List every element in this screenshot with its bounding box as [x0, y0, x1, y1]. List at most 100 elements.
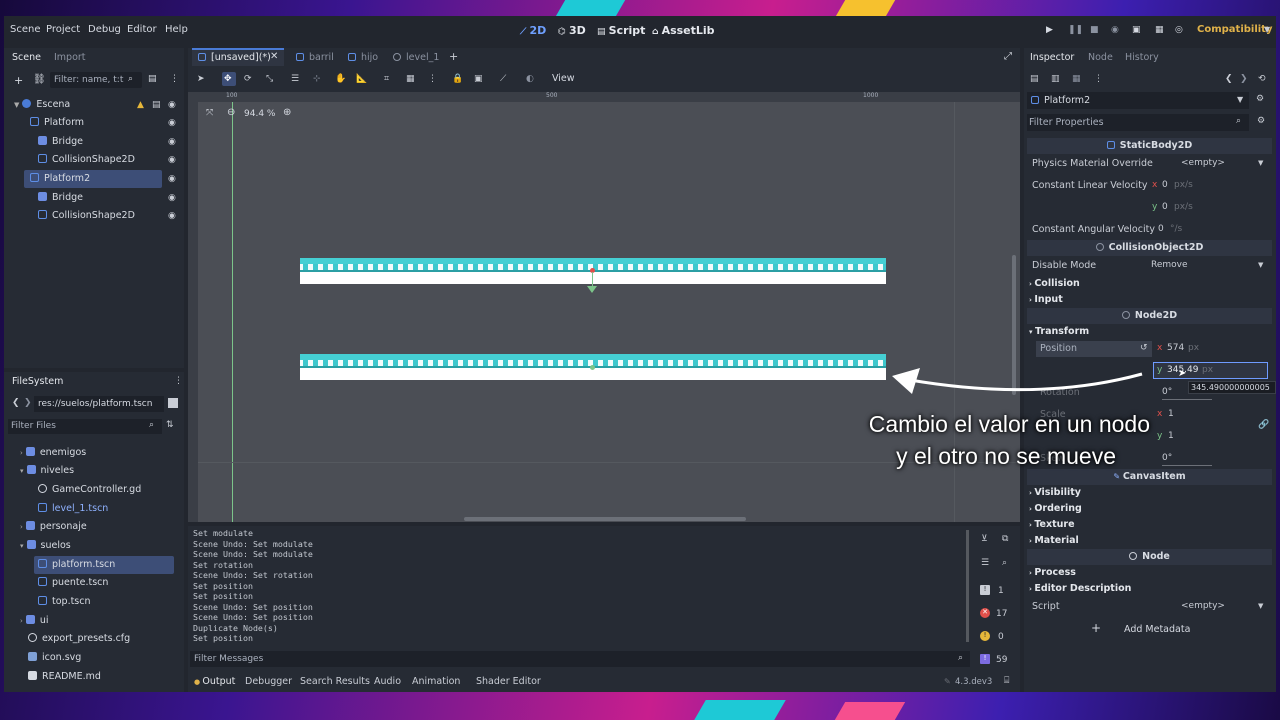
back-icon[interactable]: ❮	[12, 398, 20, 408]
folder-enemigos[interactable]: › enemigos	[20, 444, 86, 462]
filesystem-filter-input[interactable]: Filter Files ⌕	[8, 419, 162, 434]
group-ordering[interactable]: › Ordering	[1029, 503, 1082, 514]
group-collision[interactable]: › Collision	[1029, 278, 1080, 289]
script-value[interactable]: <empty>	[1181, 601, 1225, 611]
tree-node-collisionshape[interactable]: CollisionShape2D	[38, 207, 135, 225]
chevron-down-icon[interactable]: ▼	[1258, 261, 1263, 269]
move-tool-icon[interactable]: ✥	[224, 74, 232, 84]
layout-icon[interactable]	[168, 398, 178, 408]
tab-inspector[interactable]: Inspector	[1030, 52, 1074, 63]
tree-node-collisionshape[interactable]: CollisionShape2D	[38, 151, 135, 169]
disable-mode-value[interactable]: Remove	[1151, 260, 1188, 270]
scale-y[interactable]: 1	[1168, 431, 1174, 441]
position-x[interactable]: 574	[1167, 343, 1184, 353]
menu-editor[interactable]: Editor	[127, 24, 157, 35]
ruler-tool-icon[interactable]: 📐	[356, 74, 367, 84]
tree-node-platform[interactable]: Platform	[30, 114, 84, 132]
menu-project[interactable]: Project	[46, 24, 80, 35]
tab-output[interactable]: ● Output	[194, 676, 235, 687]
folder-suelos[interactable]: ▾ suelos	[20, 537, 71, 555]
add-metadata-button[interactable]: + Add Metadata	[1088, 621, 1218, 639]
revert-icon[interactable]: ↺	[1140, 343, 1148, 353]
play-scene-icon[interactable]: ▣	[1132, 25, 1141, 35]
group-texture[interactable]: › Texture	[1029, 519, 1075, 530]
linear-velocity-y[interactable]: 0	[1162, 202, 1168, 212]
tree-node-platform2[interactable]: Platform2	[30, 170, 90, 188]
sort-icon[interactable]: ⇅	[166, 420, 174, 430]
kebab-menu-icon[interactable]: ⋮	[170, 74, 179, 84]
history-back-icon[interactable]: ❮	[1225, 74, 1233, 84]
angular-velocity-value[interactable]: 0	[1158, 224, 1164, 234]
folder-personaje[interactable]: › personaje	[20, 518, 87, 536]
tab-audio[interactable]: Audio	[374, 676, 401, 687]
distraction-free-icon[interactable]: ⤢	[1004, 51, 1012, 62]
rotate-tool-icon[interactable]: ⟳	[244, 74, 252, 84]
scene-filter-input[interactable]: Filter: name, t:t ⌕	[50, 72, 142, 88]
file-readme[interactable]: README.md	[28, 668, 101, 686]
object-history-icon[interactable]: ⟲	[1258, 74, 1266, 84]
file-level1[interactable]: level_1.tscn	[38, 500, 108, 518]
warning-icon[interactable]: !	[980, 631, 990, 641]
error-icon[interactable]: ✕	[980, 608, 990, 618]
tab-shader-editor[interactable]: Shader Editor	[476, 676, 541, 687]
section-staticbody2d[interactable]: StaticBody2D	[1027, 138, 1272, 154]
file-gamecontroller[interactable]: GameController.gd	[38, 481, 141, 499]
tab-import[interactable]: Import	[54, 52, 86, 63]
save-resource-icon[interactable]: ▦	[1072, 74, 1081, 84]
view-menu[interactable]: View	[552, 73, 575, 84]
path-field[interactable]: res://suelos/platform.tscn	[34, 396, 164, 412]
tree-node-bridge[interactable]: Bridge	[38, 189, 83, 207]
workspace-3d-button[interactable]: ⌬ 3D	[558, 24, 586, 37]
kebab-menu-icon[interactable]: ⋮	[174, 376, 183, 386]
tab-debugger[interactable]: Debugger	[245, 676, 292, 687]
position-y-field[interactable]: y 345.49 px	[1153, 362, 1268, 379]
add-node-icon[interactable]: +	[14, 74, 23, 87]
link-icon[interactable]: 🔗	[1258, 420, 1269, 430]
menu-help[interactable]: Help	[165, 24, 188, 35]
warning-icon[interactable]: ▲	[137, 100, 144, 110]
chevron-down-icon[interactable]: ▼	[1258, 159, 1263, 167]
history-forward-icon[interactable]: ❯	[1240, 74, 1248, 84]
renderer-selector[interactable]: Compatibility	[1197, 24, 1272, 35]
skew-value[interactable]: 0°	[1162, 453, 1172, 463]
zoom-in-icon[interactable]: ⊕	[283, 107, 291, 118]
section-node[interactable]: Node	[1027, 549, 1272, 565]
zoom-level[interactable]: 94.4 %	[244, 109, 275, 119]
workspace-assetlib-button[interactable]: ⌂ AssetLib	[652, 24, 715, 37]
group-material[interactable]: › Material	[1029, 535, 1079, 546]
stop-icon[interactable]: ■	[1090, 25, 1099, 35]
group-process[interactable]: › Process	[1029, 567, 1076, 578]
viewport-scrollbar[interactable]	[464, 517, 746, 521]
zoom-out-icon[interactable]: ⊖	[227, 107, 235, 118]
physics-material-value[interactable]: <empty>	[1181, 158, 1225, 168]
eye-icon[interactable]: ◉	[168, 118, 176, 128]
message-icon[interactable]: !	[980, 654, 990, 664]
tab-history[interactable]: History	[1125, 52, 1159, 63]
file-icon-svg[interactable]: icon.svg	[28, 649, 81, 667]
tab-node[interactable]: Node	[1088, 52, 1113, 63]
tree-node-bridge[interactable]: Bridge	[38, 133, 83, 151]
group-icon[interactable]: ▣	[474, 74, 483, 84]
clear-log-icon[interactable]: ⊻	[981, 534, 988, 544]
add-tab-icon[interactable]: +	[449, 50, 458, 63]
list-select-icon[interactable]: ☰	[291, 74, 299, 84]
forward-icon[interactable]: ❯	[24, 398, 32, 408]
filter-properties-input[interactable]: Filter Properties ⌕	[1027, 114, 1249, 131]
tree-node-escena[interactable]: ▼ Escena	[14, 96, 70, 114]
eye-icon[interactable]: ◉	[168, 211, 176, 221]
play-custom-icon[interactable]: ▦	[1155, 25, 1164, 35]
select-tool-icon[interactable]: ➤	[197, 74, 205, 84]
tab-scene[interactable]: Scene	[12, 52, 41, 63]
tool-icon[interactable]: ⚙	[1256, 94, 1264, 104]
chevron-down-icon[interactable]: ▼	[1264, 25, 1270, 34]
search-icon[interactable]: ⌕	[1002, 558, 1007, 568]
rotation-value[interactable]: 0°	[1162, 387, 1172, 397]
eye-icon[interactable]: ◉	[168, 100, 176, 110]
scale-x[interactable]: 1	[1168, 409, 1174, 419]
file-platform[interactable]: platform.tscn	[38, 556, 115, 574]
tab-search-results[interactable]: Search Results	[300, 676, 370, 687]
section-collisionobject2d[interactable]: CollisionObject2D	[1027, 240, 1272, 256]
eye-icon[interactable]: ◉	[168, 174, 176, 184]
open-resource-icon[interactable]: ▥	[1051, 74, 1060, 84]
group-editor-description[interactable]: › Editor Description	[1029, 583, 1131, 594]
